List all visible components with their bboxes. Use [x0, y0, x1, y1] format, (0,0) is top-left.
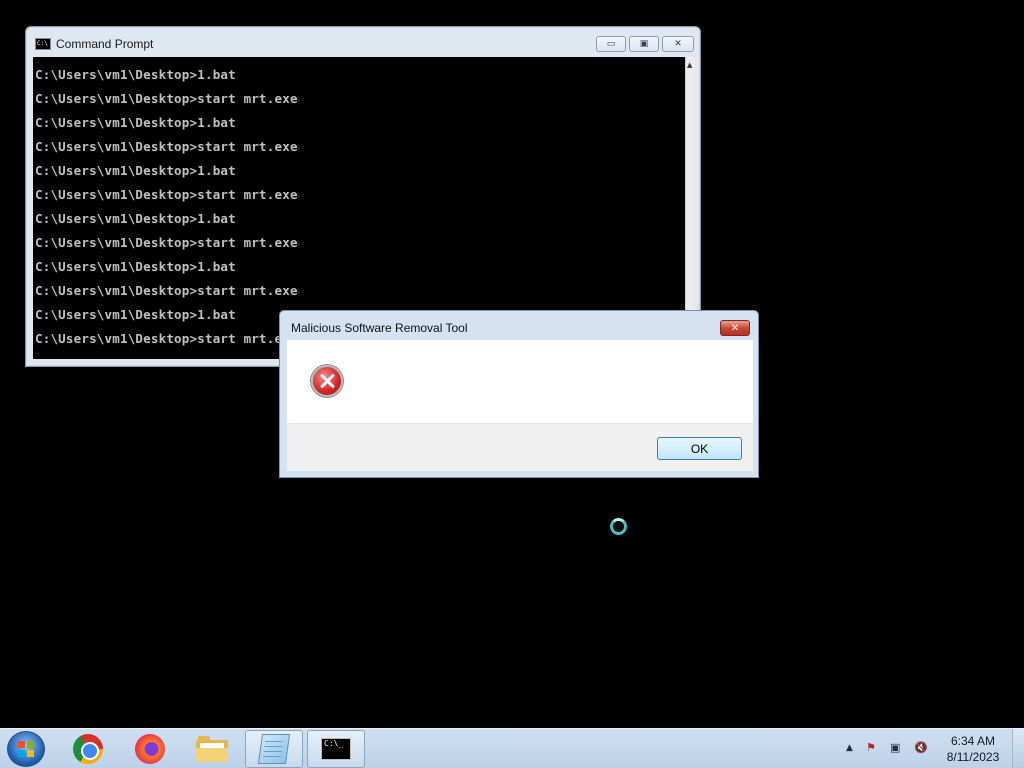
- file-explorer-icon: [196, 736, 228, 762]
- window-title: Command Prompt: [56, 37, 154, 51]
- console-line: C:\Users\vm1\Desktop>start mrt.exe: [35, 139, 298, 154]
- console-line: C:\Users\vm1\Desktop>1.bat: [35, 115, 236, 130]
- minimize-button[interactable]: ▭: [596, 36, 626, 52]
- dialog-close-button[interactable]: ✕: [720, 320, 750, 336]
- taskbar-notepad[interactable]: [245, 730, 303, 768]
- console-line: C:\Users\vm1\Desktop>start mrt.exe: [35, 91, 298, 106]
- console-line: C:\Users\vm1\Desktop>start mrt.exe: [35, 283, 298, 298]
- cmd-titlebar[interactable]: C:\ Command Prompt ▭ ▣ ✕: [26, 27, 700, 57]
- scroll-up-arrow-icon[interactable]: ▲: [687, 61, 692, 69]
- taskbar: C:\_ ▲ ⚑ ▣ 🔇 6:34 AM 8/11/2023: [0, 728, 1024, 768]
- show-desktop-button[interactable]: [1012, 729, 1024, 768]
- clock-date: 8/11/2023: [946, 750, 1000, 764]
- start-button[interactable]: [7, 731, 45, 767]
- show-hidden-icons-icon[interactable]: ▲: [846, 743, 853, 753]
- clock-time: 6:34 AM: [950, 734, 996, 748]
- command-prompt-icon: C:\_: [321, 738, 351, 760]
- console-line: C:\Users\vm1\Desktop>1.bat: [35, 67, 236, 82]
- mrt-error-dialog[interactable]: Malicious Software Removal Tool ✕ OK: [279, 310, 759, 478]
- taskbar-file-explorer[interactable]: [183, 730, 241, 768]
- firefox-icon: [135, 734, 165, 764]
- console-line: C:\Users\vm1\Desktop>1.bat: [35, 307, 236, 322]
- network-icon[interactable]: ▣: [890, 741, 900, 754]
- taskbar-firefox[interactable]: [121, 730, 179, 768]
- busy-cursor-icon: [610, 518, 627, 535]
- taskbar-chrome[interactable]: [59, 730, 117, 768]
- error-icon: [311, 365, 343, 397]
- close-button[interactable]: ✕: [662, 36, 694, 52]
- windows-logo-icon: [18, 741, 35, 758]
- maximize-button[interactable]: ▣: [629, 36, 659, 52]
- chrome-icon: [73, 734, 103, 764]
- console-line: C:\Users\vm1\Desktop>1.bat: [35, 211, 236, 226]
- volume-muted-icon[interactable]: 🔇: [914, 741, 928, 754]
- taskbar-command-prompt[interactable]: C:\_: [307, 730, 365, 768]
- notepad-icon: [257, 734, 291, 764]
- dialog-content: OK: [287, 340, 753, 471]
- console-line: C:\Users\vm1\Desktop>start mrt.exe: [35, 187, 298, 202]
- command-prompt-icon: C:\: [35, 38, 51, 50]
- console-line: C:\Users\vm1\Desktop>start mrt.exe: [35, 235, 298, 250]
- action-center-flag-icon[interactable]: ⚑: [866, 741, 876, 754]
- console-line: C:\Users\vm1\Desktop>start mrt.exe: [35, 331, 298, 346]
- console-line: C:\Users\vm1\Desktop>1.bat: [35, 163, 236, 178]
- dialog-button-bar: OK: [287, 423, 753, 471]
- console-line: C:\Users\vm1\Desktop>1.bat: [35, 259, 236, 274]
- clock[interactable]: 6:34 AM 8/11/2023: [938, 733, 1008, 765]
- ok-button[interactable]: OK: [657, 437, 742, 460]
- dialog-title: Malicious Software Removal Tool: [291, 321, 468, 335]
